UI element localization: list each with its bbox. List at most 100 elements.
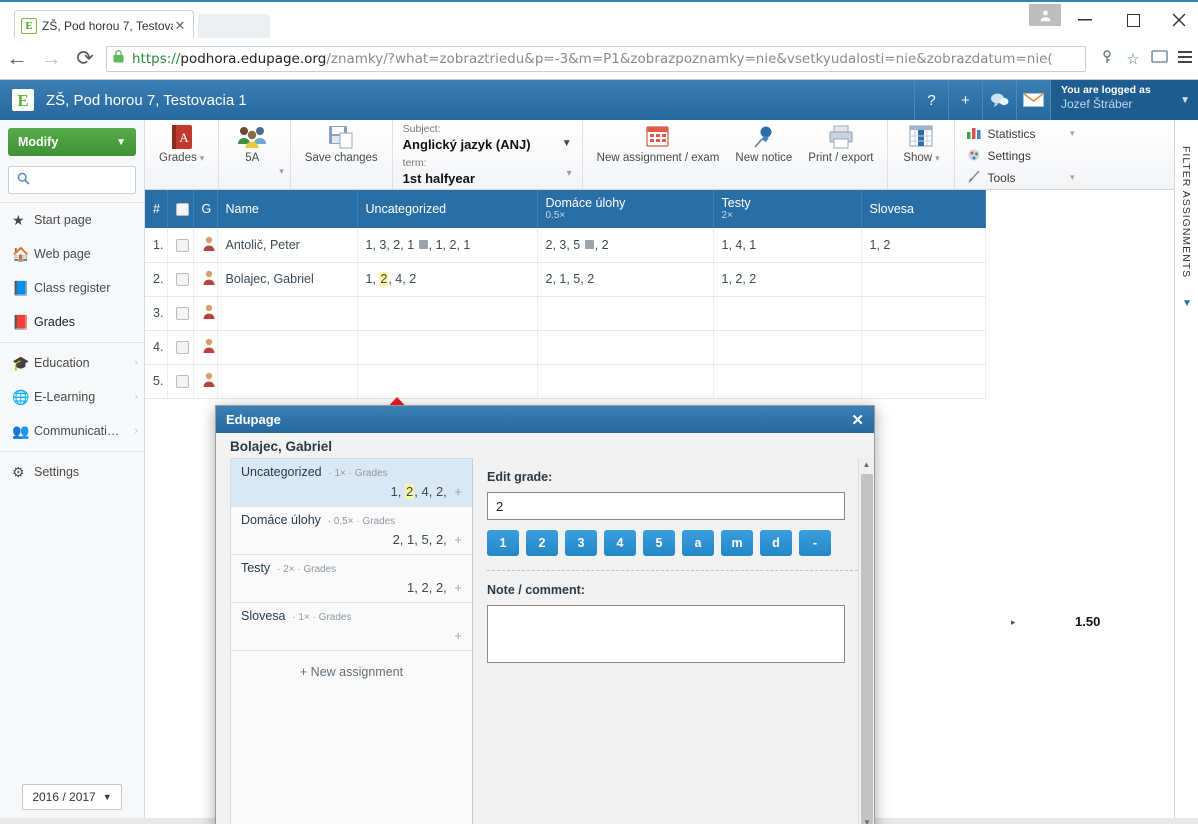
col-header-domace-ulohy[interactable]: Domáce úlohy 0.5×: [537, 190, 714, 228]
assignment-values[interactable]: 1, 2, 4, 2, +: [241, 484, 462, 499]
window-maximize-button[interactable]: [1112, 6, 1154, 34]
row-grades-testy[interactable]: 1, 2, 2: [713, 262, 862, 297]
add-icon[interactable]: +: [948, 80, 982, 120]
sidebar-item-start-page[interactable]: ★ Start page: [0, 203, 144, 237]
grade-button-5[interactable]: 5: [643, 530, 675, 556]
browser-tab[interactable]: E ZŠ, Pod horou 7, Testovac ✕: [14, 10, 194, 40]
cast-icon[interactable]: [1146, 50, 1172, 67]
row-checkbox-cell[interactable]: [167, 296, 194, 331]
chrome-menu-icon[interactable]: [1172, 50, 1198, 67]
row-checkbox-cell[interactable]: [167, 228, 194, 263]
user-menu[interactable]: You are logged as Jozef Štráber ▼: [1050, 80, 1198, 120]
assignment-values[interactable]: +: [241, 628, 462, 643]
row-checkbox[interactable]: [175, 341, 189, 355]
table-row[interactable]: 4.: [145, 330, 986, 365]
assignment-values[interactable]: 1, 2, 2, +: [241, 580, 462, 595]
add-grade-icon[interactable]: +: [454, 532, 462, 547]
modify-button[interactable]: Modify ▼: [8, 128, 136, 156]
row-checkbox-cell[interactable]: [167, 330, 194, 365]
filter-assignments-rail[interactable]: FILTER ASSIGNMENTS ▼: [1174, 120, 1198, 824]
add-grade-icon[interactable]: +: [454, 628, 462, 643]
new-assignment-button[interactable]: New assignment / exam: [589, 120, 728, 189]
assignment-item[interactable]: Testy · 2× · Grades 1, 2, 2, +: [231, 555, 472, 603]
back-icon[interactable]: ←: [0, 47, 34, 71]
table-row[interactable]: 5.: [145, 364, 986, 399]
col-header-index[interactable]: #: [145, 190, 168, 228]
show-button[interactable]: Show ▾: [894, 120, 948, 189]
row-checkbox[interactable]: [175, 375, 189, 389]
col-header-g[interactable]: G: [193, 190, 218, 228]
sidebar-item-e-learning[interactable]: 🌐 E-Learning ›: [0, 380, 144, 414]
reload-icon[interactable]: ⟳: [68, 46, 102, 71]
print-export-button[interactable]: Print / export: [800, 120, 881, 189]
grade-button-a[interactable]: a: [682, 530, 714, 556]
save-changes-button[interactable]: Save changes: [297, 120, 386, 189]
row-checkbox[interactable]: [175, 307, 189, 321]
row-grades-domace-ulohy[interactable]: 2, 1, 5, 2: [537, 262, 714, 297]
row-grades-slovesa[interactable]: [861, 330, 986, 365]
scroll-down-icon[interactable]: ▼: [859, 816, 874, 824]
key-icon[interactable]: [1094, 49, 1120, 68]
mail-icon[interactable]: [1016, 80, 1050, 120]
row-checkbox-cell[interactable]: [167, 262, 194, 297]
school-year-select[interactable]: 2016 / 2017 ▼: [22, 784, 122, 810]
grade-input[interactable]: [487, 492, 845, 520]
row-grades-domace-ulohy[interactable]: 2, 3, 5 , 2: [537, 228, 714, 263]
help-icon[interactable]: ?: [914, 80, 948, 120]
note-comment-textarea[interactable]: [487, 605, 845, 663]
grade-button-3[interactable]: 3: [565, 530, 597, 556]
row-grades-testy[interactable]: [713, 330, 862, 365]
assignment-values[interactable]: 2, 1, 5, 2, +: [241, 532, 462, 547]
row-checkbox-cell[interactable]: [167, 364, 194, 399]
window-minimize-button[interactable]: [1064, 6, 1106, 34]
bookmark-star-icon[interactable]: ☆: [1120, 50, 1146, 68]
grade-button-1[interactable]: 1: [487, 530, 519, 556]
new-notice-button[interactable]: New notice: [727, 120, 800, 189]
close-icon[interactable]: ✕: [851, 411, 864, 429]
window-user-icon[interactable]: [1029, 4, 1061, 26]
row-grades-domace-ulohy[interactable]: [537, 330, 714, 365]
grades-button[interactable]: A Grades ▾: [151, 120, 212, 189]
assignment-item[interactable]: Domáce úlohy · 0.5× · Grades 2, 1, 5, 2, …: [231, 507, 472, 555]
grade-button-d[interactable]: d: [760, 530, 792, 556]
grade-button-2[interactable]: 2: [526, 530, 558, 556]
row-grades-testy[interactable]: [713, 296, 862, 331]
row-grades-testy[interactable]: [713, 364, 862, 399]
row-checkbox[interactable]: [175, 273, 189, 287]
row-grades-testy[interactable]: 1, 4, 1: [713, 228, 862, 263]
address-bar[interactable]: https://podhora.edupage.org/znamky/?what…: [106, 45, 1086, 72]
row-grades-uncategorized[interactable]: [357, 296, 538, 331]
row-grades-uncategorized[interactable]: [357, 364, 538, 399]
forward-icon[interactable]: →: [34, 47, 68, 71]
table-row[interactable]: 1. Antolič, Peter 1, 3, 2, 1 , 1, 2, 1 2, 3…: [145, 228, 986, 263]
sidebar-item-education[interactable]: 🎓 Education ›: [0, 346, 144, 380]
row-grades-slovesa[interactable]: 1, 2: [861, 228, 986, 263]
class-button[interactable]: 5A: [225, 120, 279, 189]
chat-icon[interactable]: [982, 80, 1016, 120]
menu-item-settings[interactable]: Settings: [967, 145, 1074, 167]
col-header-testy[interactable]: Testy 2×: [713, 190, 862, 228]
sidebar-item-grades[interactable]: 📕 Grades: [0, 305, 144, 339]
table-row[interactable]: 3.: [145, 296, 986, 331]
row-grades-uncategorized[interactable]: 1, 3, 2, 1 , 1, 2, 1: [357, 228, 538, 263]
row-checkbox[interactable]: [175, 238, 189, 252]
assignment-item[interactable]: Uncategorized · 1× · Grades 1, 2, 4, 2, +: [231, 459, 472, 507]
row-grades-slovesa[interactable]: [861, 364, 986, 399]
subject-dropdown-caret[interactable]: ▼: [562, 138, 572, 149]
row-grades-slovesa[interactable]: [861, 262, 986, 297]
table-row[interactable]: 2. Bolajec, Gabriel 1, 2, 4, 2 2, 1, 5, 2 1,…: [145, 262, 986, 297]
add-grade-icon[interactable]: +: [454, 484, 462, 499]
col-header-select[interactable]: [167, 190, 194, 228]
col-header-uncategorized[interactable]: Uncategorized: [357, 190, 538, 228]
menu-item-tools[interactable]: Tools ▾: [967, 167, 1074, 189]
tab-close-icon[interactable]: ✕: [173, 18, 187, 34]
sidebar-item-communicati[interactable]: 👥 Communicati… ›: [0, 414, 144, 448]
term-dropdown-caret[interactable]: ▾: [567, 168, 572, 179]
subject-value[interactable]: Anglický jazyk (ANJ): [403, 136, 572, 153]
row-grades-domace-ulohy[interactable]: [537, 364, 714, 399]
class-dropdown-caret[interactable]: ▾: [279, 120, 284, 189]
term-value[interactable]: 1st halfyear: [403, 170, 572, 187]
scroll-up-icon[interactable]: ▲: [859, 458, 874, 472]
menu-item-statistics[interactable]: Statistics ▾: [967, 123, 1074, 145]
grade-button-m[interactable]: m: [721, 530, 753, 556]
